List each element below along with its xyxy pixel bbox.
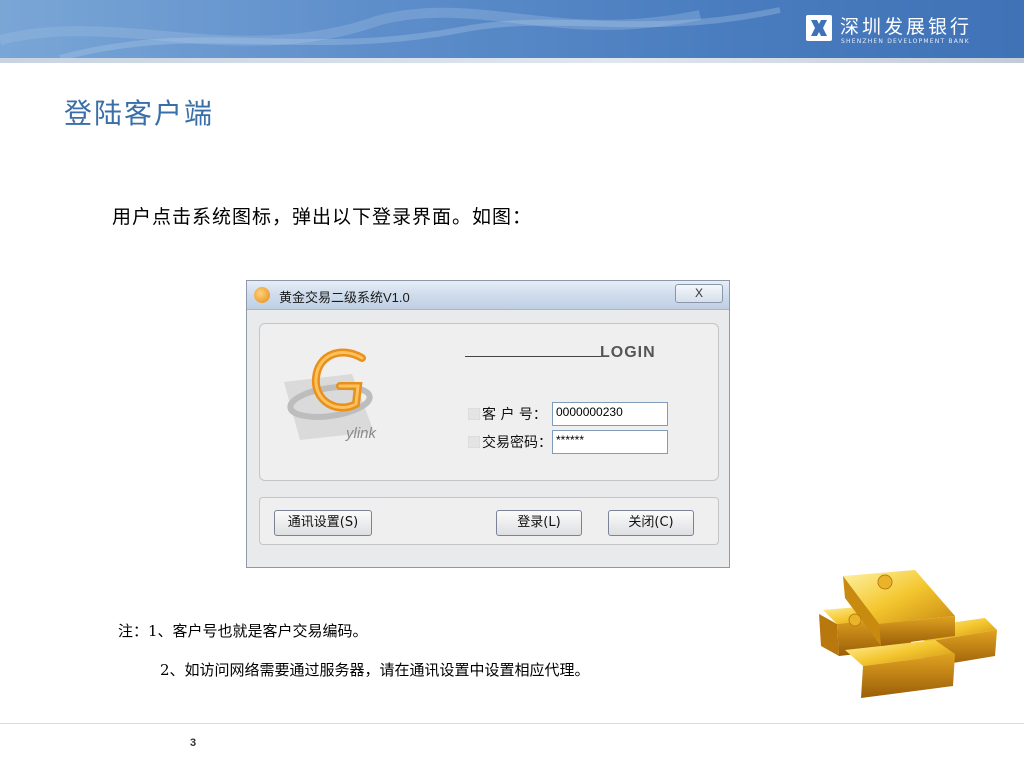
bank-name-english: SHENZHEN DEVELOPMENT BANK: [841, 38, 970, 45]
customer-id-bullet: [468, 408, 480, 420]
gold-bars-image: [815, 568, 1000, 703]
customer-id-input[interactable]: 0000000230: [552, 402, 668, 426]
page-title: 登陆客户端: [64, 97, 215, 130]
login-heading: LOGIN: [600, 344, 656, 361]
login-heading-line: [465, 356, 601, 357]
password-label: 交易密码：: [482, 435, 552, 451]
slide-header: 深圳发展银行 SHENZHEN DEVELOPMENT BANK: [0, 0, 1024, 58]
intro-text: 用户点击系统图标，弹出以下登录界面。如图：: [112, 206, 533, 228]
password-bullet: [468, 436, 480, 448]
app-icon: [254, 287, 270, 303]
page-number: 3: [190, 737, 197, 749]
ylink-logo-text: ylink: [345, 425, 378, 442]
bank-name: 深圳发展银行: [840, 16, 973, 38]
bank-logo-icon: [806, 15, 832, 41]
footer-divider: [0, 723, 1024, 724]
header-divider: [0, 58, 1024, 63]
comm-settings-button[interactable]: 通讯设置(S): [274, 510, 372, 536]
note-2: 2、如访问网络需要通过服务器，请在通讯设置中设置相应代理。: [160, 661, 590, 679]
ylink-logo-icon: ylink: [282, 344, 402, 444]
window-title: 黄金交易二级系统V1.0: [279, 290, 410, 305]
dialog-titlebar: 黄金交易二级系统V1.0 X: [247, 281, 729, 310]
note-1: 注：1、客户号也就是客户交易编码。: [118, 622, 368, 640]
login-dialog: 黄金交易二级系统V1.0 X ylink LOGIN 客 户 号： 000000…: [246, 280, 730, 568]
button-panel: 通讯设置(S) 登录(L) 关闭(C): [259, 497, 719, 545]
close-button[interactable]: 关闭(C): [608, 510, 694, 536]
password-input[interactable]: ******: [552, 430, 668, 454]
login-button[interactable]: 登录(L): [496, 510, 582, 536]
close-icon[interactable]: X: [675, 284, 723, 303]
login-panel: ylink LOGIN 客 户 号： 0000000230 交易密码： ****…: [259, 323, 719, 481]
customer-id-label: 客 户 号：: [482, 407, 547, 423]
